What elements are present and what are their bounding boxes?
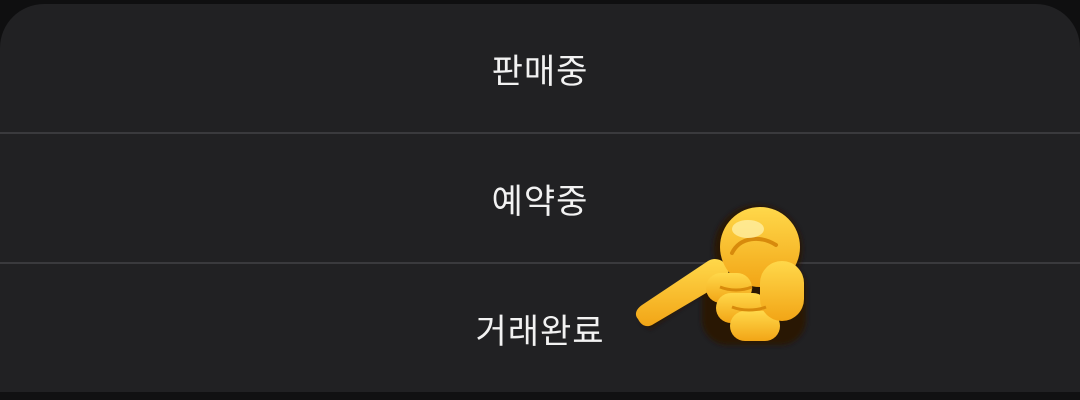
- status-bottom-sheet: 판매중 예약중 거래완료: [0, 4, 1080, 396]
- option-label: 판매중: [491, 52, 589, 92]
- option-reserved[interactable]: 예약중: [0, 134, 1080, 263]
- option-on-sale[interactable]: 판매중: [0, 4, 1080, 133]
- option-label: 예약중: [491, 182, 589, 222]
- option-sold[interactable]: 거래완료: [0, 264, 1080, 393]
- bottom-edge: [0, 392, 1080, 400]
- option-label: 거래완료: [475, 312, 605, 352]
- pointing-hand-icon: [635, 205, 806, 345]
